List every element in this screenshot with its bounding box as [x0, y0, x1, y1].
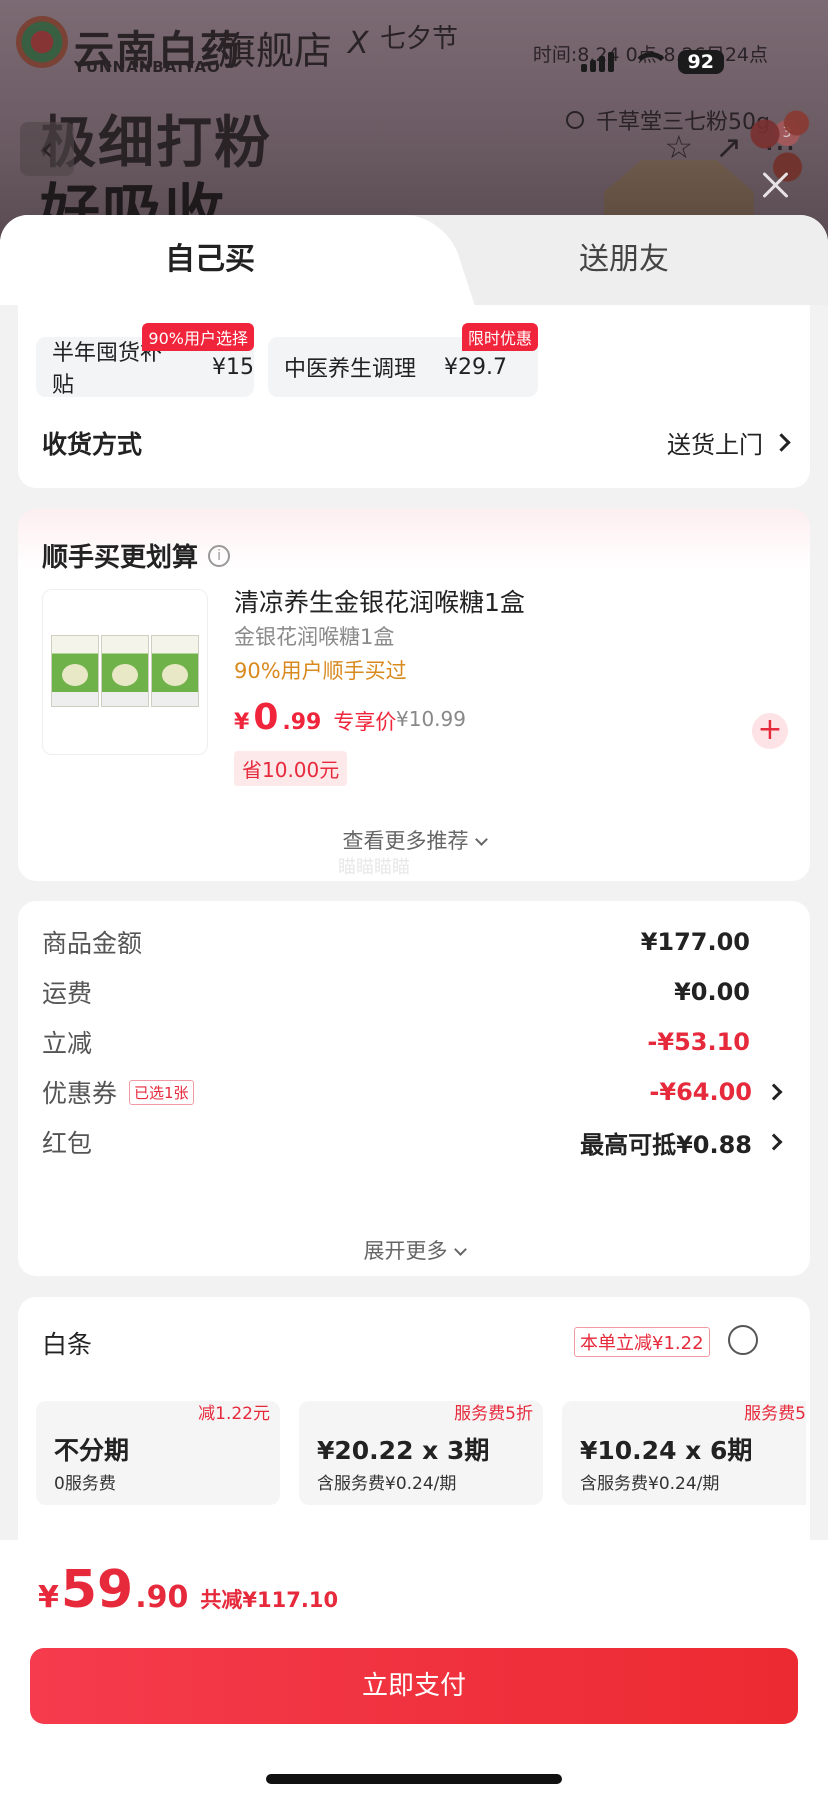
perk-name: 中医养生调理 [284, 357, 417, 382]
savings-tag: 省10.00元 [234, 751, 348, 786]
summary-row-discount: 立减 -¥53.10 [42, 1025, 780, 1059]
summary-value: -¥64.00 [649, 1078, 752, 1106]
store-label: 旗舰店 [218, 29, 333, 73]
back-icon: ‹ [20, 122, 74, 176]
info-icon[interactable]: i [208, 544, 231, 567]
chevron-right-icon [765, 1133, 783, 1151]
home-indicator [266, 1774, 562, 1784]
tab-buy-self[interactable]: 自己买 [0, 215, 420, 305]
plan-main: ¥20.22 x 3期 [317, 1436, 490, 1465]
product-image[interactable] [42, 589, 208, 755]
price-summary-card: 商品金额 ¥177.00 运费 ¥0.00 立减 -¥53.10 优惠券 已选1张… [18, 901, 810, 1276]
installment-radio[interactable] [728, 1325, 758, 1355]
total-int: 59 [60, 1560, 134, 1620]
perk-tag: 90%用户选择 [142, 323, 254, 351]
summary-value: ¥177.00 [640, 928, 750, 956]
upsell-title: 顺手买更划算 i [42, 537, 231, 574]
product-name[interactable]: 清凉养生金银花润喉糖1盒 [234, 583, 525, 619]
perk-price: ¥29.7 [444, 354, 507, 380]
add-to-order-button[interactable]: + [752, 713, 788, 749]
expand-more-link[interactable]: 展开更多 [18, 1235, 810, 1265]
plan-tag: 服务费5 [744, 1404, 806, 1424]
wifi-icon [631, 52, 670, 72]
summary-value: 最高可抵¥0.88 [580, 1130, 752, 1159]
summary-value: -¥53.10 [647, 1028, 750, 1056]
chevron-down-icon [453, 1243, 467, 1256]
perk-price: ¥15 [212, 354, 254, 380]
plan-option-none[interactable]: 减1.22元 不分期 0服务费 [36, 1401, 280, 1505]
summary-row-coupon[interactable]: 优惠券 已选1张 -¥64.00 [42, 1075, 783, 1109]
plan-tag: 减1.22元 [198, 1404, 270, 1424]
expand-more-label: 展开更多 [363, 1239, 448, 1263]
plan-main: 不分期 [54, 1436, 130, 1465]
pay-now-button[interactable]: 立即支付 [30, 1648, 798, 1724]
installment-promo: 本单立减¥1.22 [574, 1327, 710, 1357]
price-int: 0 [253, 697, 279, 738]
delivery-label: 收货方式 [42, 430, 143, 459]
price-dec: .99 [282, 710, 322, 735]
exclusive-price: ¥ 0 .99 专享价 [234, 697, 396, 738]
battery-icon: 92 [677, 50, 724, 74]
total-saved: 共减¥117.10 [200, 1588, 339, 1612]
perk-option-1[interactable]: 半年囤货补贴 ¥15 90%用户选择 [36, 323, 254, 398]
product-page-background: 云南白药 YUNNANBAIYAO 旗舰店 X 七夕节 时间:8.24 0点-8… [0, 0, 828, 240]
brand-name-en: YUNNANBAIYAO [74, 58, 221, 76]
tab-gift-friend[interactable]: 送朋友 [420, 215, 828, 305]
status-bar: 92 [580, 50, 724, 74]
order-total: ¥ 59 .90 共减¥117.10 [38, 1560, 338, 1620]
product-spec: 金银花润喉糖1盒 [234, 625, 395, 649]
social-proof: 90%用户顺手买过 [234, 659, 407, 683]
coupon-selected-chip: 已选1张 [129, 1079, 194, 1105]
summary-label: 运费 [42, 979, 93, 1008]
plan-sub: 含服务费¥0.24/期 [317, 1474, 457, 1494]
purchase-tabs: 自己买 送朋友 [0, 215, 828, 305]
delivery-selector[interactable]: 送货上门 [667, 425, 791, 460]
summary-label: 立减 [42, 1029, 93, 1058]
chevron-right-icon [772, 433, 791, 452]
signal-icon [580, 52, 614, 72]
festival-label: 七夕节 [380, 24, 459, 54]
chevron-right-icon [765, 1083, 783, 1101]
collab-x: X [348, 26, 369, 61]
pay-bar: ¥ 59 .90 共减¥117.10 立即支付 [0, 1540, 828, 1800]
summary-label: 优惠券 [42, 1079, 118, 1108]
plan-option-3[interactable]: 服务费5折 ¥20.22 x 3期 含服务费¥0.24/期 [299, 1401, 543, 1505]
summary-label: 红包 [42, 1129, 93, 1158]
plan-tag: 服务费5折 [454, 1404, 533, 1424]
plan-sub: 含服务费¥0.24/期 [580, 1474, 720, 1494]
summary-value: ¥0.00 [674, 978, 750, 1006]
perk-tag: 限时优惠 [461, 323, 538, 351]
plan-option-6[interactable]: 服务费5 ¥10.24 x 6期 含服务费¥0.24/期 [562, 1401, 806, 1505]
radio-icon [566, 111, 584, 129]
plan-sub: 0服务费 [54, 1474, 116, 1494]
summary-row-subtotal: 商品金额 ¥177.00 [42, 925, 780, 959]
options-card: 半年囤货补贴 ¥15 90%用户选择 中医养生调理 ¥29.7 限时优惠 收货方… [18, 305, 810, 488]
chevron-down-icon [474, 833, 488, 846]
original-price: ¥10.99 [396, 707, 466, 731]
summary-row-redpacket[interactable]: 红包 最高可抵¥0.88 [42, 1125, 783, 1159]
installment-title: 白条 [42, 1330, 93, 1359]
plan-main: ¥10.24 x 6期 [580, 1436, 753, 1465]
price-label: 专享价 [333, 710, 397, 734]
upsell-card: 顺手买更划算 i 清凉养生金银花润喉糖1盒 金银花润喉糖1盒 90%用户顺手买过… [18, 509, 810, 881]
currency-symbol: ¥ [38, 1580, 59, 1615]
summary-label: 商品金额 [42, 929, 143, 958]
watermark-text: 瞄瞄瞄瞄 [338, 857, 410, 878]
more-recommendations-link[interactable]: 查看更多推荐 [18, 825, 810, 855]
delivery-value: 送货上门 [667, 431, 763, 459]
close-icon[interactable] [760, 170, 790, 200]
currency-symbol: ¥ [234, 710, 250, 735]
total-dec: .90 [135, 1580, 189, 1615]
summary-row-shipping: 运费 ¥0.00 [42, 975, 780, 1009]
brand-logo [16, 16, 68, 68]
perk-option-2[interactable]: 中医养生调理 ¥29.7 限时优惠 [268, 323, 538, 397]
more-recommendations-label: 查看更多推荐 [342, 829, 469, 853]
upsell-title-text: 顺手买更划算 [42, 543, 199, 573]
